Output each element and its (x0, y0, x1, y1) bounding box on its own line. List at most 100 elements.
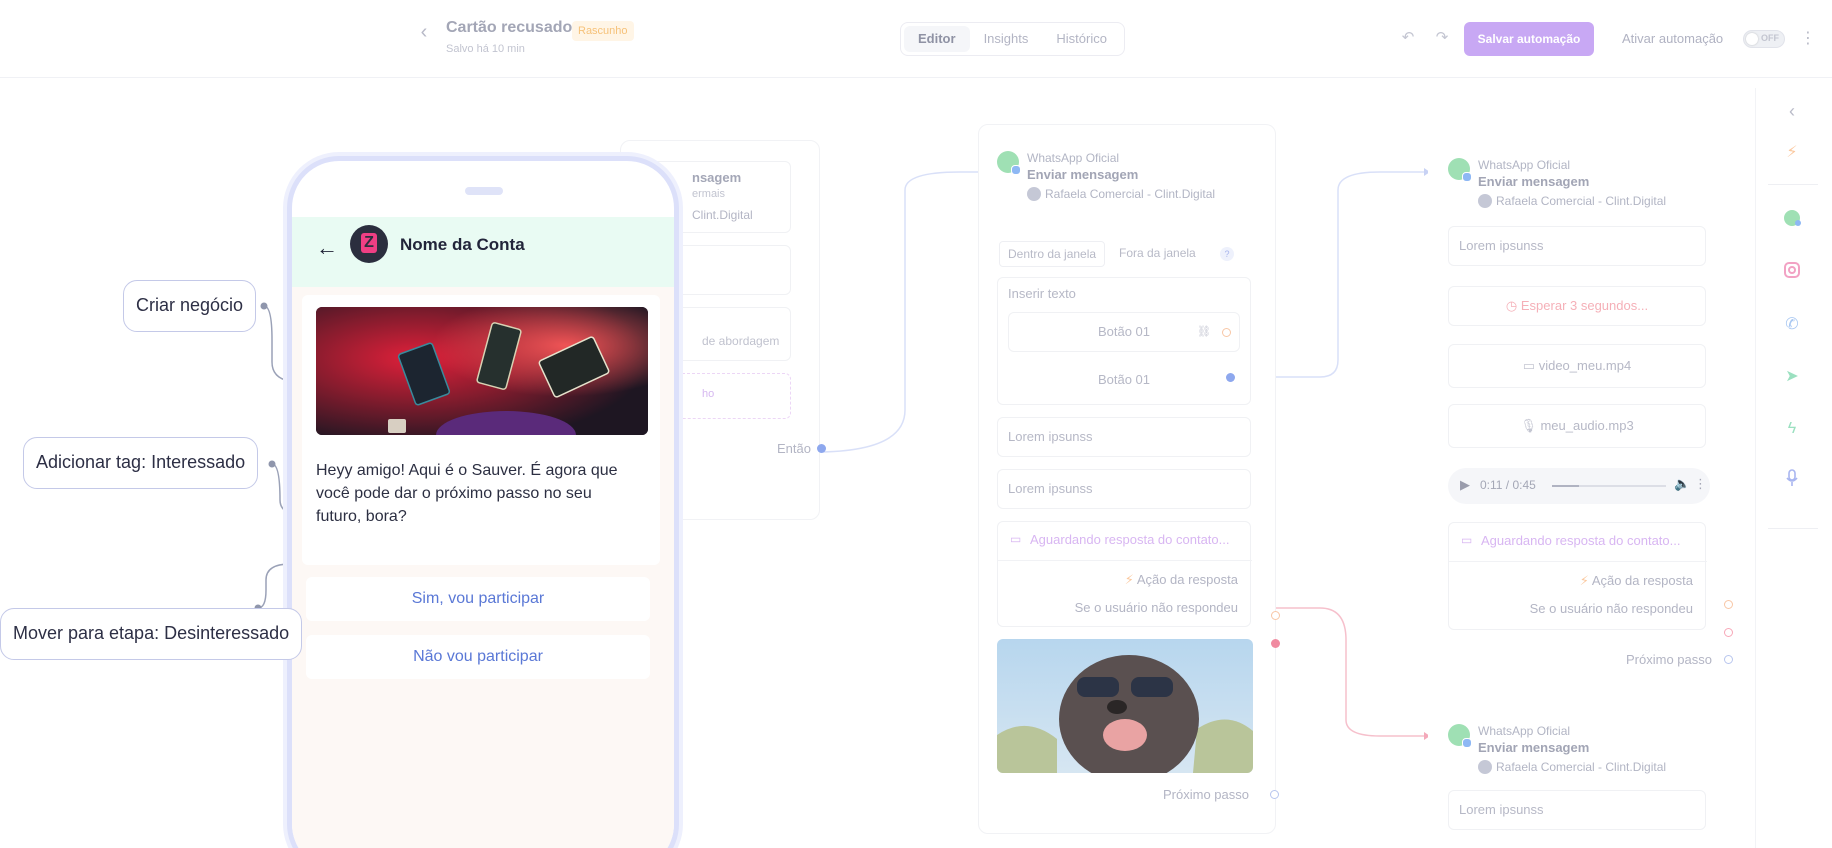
channel-name: WhatsApp Oficial (1478, 158, 1571, 172)
help-icon[interactable]: ? (1220, 247, 1234, 261)
whatsapp-icon[interactable] (1779, 208, 1805, 234)
tab-editor[interactable]: Editor (904, 26, 970, 52)
audio-progress-track[interactable] (1552, 485, 1666, 487)
reply-button-yes[interactable]: Sim, vou participar (306, 577, 650, 621)
button-connector-dot[interactable] (1226, 373, 1235, 382)
message-editor[interactable]: Inserir texto Botão 01 ⛓ Botão 01 (997, 277, 1251, 405)
partial-dashed-text: ho (702, 388, 715, 400)
audio-attachment[interactable]: 🎙 meu_audio.mp3 (1448, 404, 1706, 448)
link-icon[interactable]: ⛓ (1197, 313, 1211, 351)
card-header: WhatsApp Oficial Enviar mensagem Rafaela… (997, 151, 1237, 211)
block-divider (1449, 561, 1707, 562)
button-label: Botão 01 (1097, 372, 1151, 387)
annotation-create-deal[interactable]: Criar negócio (123, 280, 257, 332)
chat-account-name: Nome da Conta (400, 235, 525, 254)
more-options-icon[interactable]: ⋮ (1800, 27, 1816, 51)
channel-name: WhatsApp Oficial (1478, 724, 1571, 738)
video-icon: ▭ (1522, 358, 1536, 373)
then-label: Então (777, 441, 811, 456)
insert-text: Inserir texto (1008, 286, 1076, 301)
button-option[interactable]: Botão 01 ⛓ (1008, 312, 1240, 352)
next-step-connector-dot[interactable] (1724, 655, 1733, 664)
await-response-block[interactable]: Aguardando resposta do contato... ▭ ⚡ Aç… (1448, 522, 1707, 630)
reply-button-no[interactable]: Não vou participar (306, 635, 650, 679)
dog-image (997, 639, 1253, 773)
bolt-green-icon[interactable]: ϟ (1779, 416, 1805, 442)
avatar: Z (350, 225, 388, 263)
clock-icon: ◷ (1505, 298, 1518, 313)
more-options-icon[interactable]: ⋮ (1694, 476, 1707, 492)
chat-bubble-icon: ▭ (1010, 532, 1022, 546)
text-field[interactable]: Lorem ipsunss (997, 417, 1251, 457)
response-connector-dot[interactable] (1724, 600, 1733, 609)
annotation-move-stage[interactable]: Mover para etapa: Desinteressado (0, 608, 303, 660)
tab-historico[interactable]: Histórico (1042, 26, 1121, 52)
toggle-knob (1746, 33, 1758, 45)
action-name: Enviar mensagem (1478, 740, 1590, 755)
text-field[interactable]: Lorem ipsunss (1448, 226, 1706, 266)
send-message-card[interactable]: WhatsApp Oficial Enviar mensagem Rafaela… (978, 124, 1280, 834)
awaiting-text: Aguardando resposta do contato... (1030, 532, 1230, 547)
send-message-card-bottom[interactable]: WhatsApp Oficial Enviar mensagem Rafaela… (1428, 698, 1726, 848)
bolt-icon[interactable]: ⚡ (1779, 140, 1805, 166)
message-bubble: Heyy amigo! Aqui é o Sauver. É agora que… (302, 295, 660, 565)
tab-inside-window[interactable]: Dentro da janela (999, 241, 1106, 267)
play-icon[interactable]: ▶ (1460, 477, 1470, 493)
video-filename: video_meu.mp4 (1538, 358, 1632, 373)
wait-block[interactable]: ◷ Esperar 3 segundos... (1448, 286, 1706, 326)
send-icon[interactable]: ➤ (1779, 364, 1805, 390)
send-message-card-right[interactable]: WhatsApp Oficial Enviar mensagem Rafaela… (1428, 132, 1733, 692)
text-field[interactable]: Lorem ipsunss (997, 469, 1251, 509)
phone-notch (465, 187, 503, 195)
awaiting-text: Aguardando resposta do contato... (1481, 533, 1681, 548)
automation-title[interactable]: Cartão recusado (446, 19, 572, 37)
button-option[interactable]: Botão 01 (1008, 360, 1240, 400)
account-name: Rafaela Comercial - Clint.Digital (1478, 760, 1666, 774)
activate-toggle[interactable]: OFF (1743, 30, 1785, 48)
partial-account: Clint.Digital (692, 208, 753, 222)
view-tabs: Editor Insights Histórico (900, 22, 1125, 56)
sidebar-divider (1768, 528, 1818, 529)
text-field[interactable]: Lorem ipsunss (1448, 790, 1706, 830)
save-automation-button[interactable]: Salvar automação (1464, 22, 1594, 56)
await-response-block[interactable]: Aguardando resposta do contato... ▭ ⚡ Aç… (997, 521, 1252, 627)
redo-icon[interactable]: ↷ (1432, 28, 1452, 48)
chat-header: ← Z Nome da Conta (292, 217, 674, 287)
flow-canvas[interactable]: nsagem ermais Clint.Digital de abordagem… (0, 80, 1755, 848)
microphone-icon: 🎙 (1520, 418, 1537, 433)
button-connector-dot[interactable] (1222, 328, 1231, 337)
phone-preview: ← Z Nome da Conta Heyy amigo! Aqui é o S… (287, 156, 679, 848)
action-name: Enviar mensagem (1027, 167, 1139, 182)
back-chevron-icon[interactable]: ‹ (414, 20, 434, 44)
arrow-left-icon[interactable]: ← (316, 235, 338, 261)
chat-bubble-icon: ▭ (1461, 533, 1473, 547)
no-reply-connector-dot[interactable] (1271, 639, 1280, 648)
undo-icon[interactable]: ↶ (1398, 28, 1418, 48)
then-connector-dot[interactable] (817, 444, 826, 453)
volume-icon[interactable]: 🔈 (1674, 476, 1690, 492)
automation-editor: ‹ Cartão recusado Rascunho Salvo há 10 m… (0, 0, 1832, 848)
no-reply-label: Se o usuário não respondeu (1529, 601, 1693, 616)
draft-badge: Rascunho (572, 21, 634, 41)
chevron-left-icon[interactable]: ‹ (1779, 98, 1805, 124)
video-attachment[interactable]: ▭ video_meu.mp4 (1448, 344, 1706, 388)
whatsapp-icon (1448, 724, 1472, 748)
tab-insights[interactable]: Insights (970, 26, 1043, 52)
audio-player: ▶ 0:11 / 0:45 🔈 ⋮ (1448, 468, 1710, 504)
no-reply-connector-dot[interactable] (1724, 628, 1733, 637)
phone-icon[interactable]: ✆ (1779, 312, 1805, 338)
action-name: Enviar mensagem (1478, 174, 1590, 189)
next-step-connector-dot[interactable] (1270, 790, 1279, 799)
no-reply-label: Se o usuário não respondeu (1074, 600, 1238, 615)
partial-title: nsagem (692, 170, 742, 185)
annotation-add-tag[interactable]: Adicionar tag: Interessado (23, 437, 259, 489)
sidebar-divider (1768, 184, 1818, 185)
microphone-icon[interactable] (1779, 468, 1805, 494)
tab-outside-window[interactable]: Fora da janela (1111, 241, 1204, 267)
message-text: Heyy amigo! Aqui é o Sauver. É agora que… (316, 462, 618, 525)
response-connector-dot[interactable] (1271, 611, 1280, 620)
whatsapp-icon (997, 151, 1021, 175)
instagram-icon[interactable] (1779, 260, 1805, 286)
wait-text: Esperar 3 segundos... (1520, 298, 1649, 313)
card-header: WhatsApp Oficial Enviar mensagem Rafaela… (1448, 158, 1688, 218)
